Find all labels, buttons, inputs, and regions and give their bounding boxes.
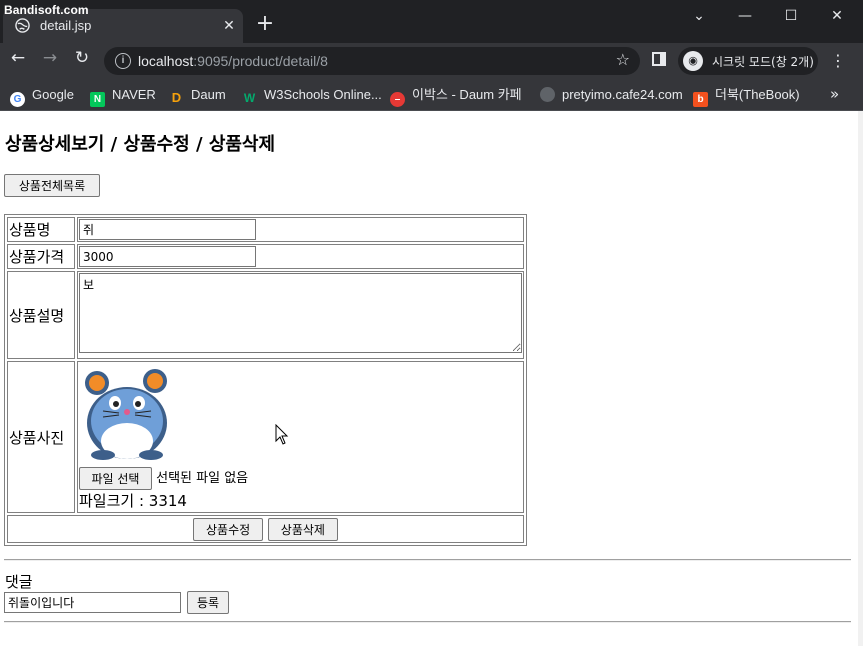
maximize-icon[interactable]: ☐ bbox=[768, 4, 814, 28]
bookmark-daum-cafe[interactable]: – 이박스 - Daum 카페 bbox=[390, 85, 522, 107]
product-detail-table: 상품명 상품가격 상품설명 보 상품사진 bbox=[4, 214, 527, 546]
side-panel-icon[interactable] bbox=[652, 52, 666, 66]
product-photo-label: 상품사진 bbox=[7, 361, 75, 513]
tab-strip: detail.jsp ✕ + ⌄ — ☐ ✕ bbox=[0, 0, 863, 43]
table-row: 상품설명 보 bbox=[7, 271, 524, 359]
product-description-label: 상품설명 bbox=[7, 271, 75, 359]
table-row: 상품가격 bbox=[7, 244, 524, 269]
incognito-icon: ◉ bbox=[683, 51, 703, 71]
browser-toolbar: ← → ↻ i localhost:9095/product/detail/8 … bbox=[0, 43, 863, 79]
recorder-watermark: Bandisoft.com bbox=[4, 3, 89, 17]
bookmarks-bar: G Google N NAVER D Daum W W3Schools Online..… bbox=[0, 79, 863, 111]
table-row: 상품수정 상품삭제 bbox=[7, 515, 524, 543]
action-cell: 상품수정 상품삭제 bbox=[7, 515, 524, 543]
thebook-icon: b bbox=[693, 92, 708, 107]
choose-file-button[interactable]: 파일 선택 bbox=[79, 467, 152, 490]
product-photo-cell: 파일 선택 선택된 파일 없음 파일크기 : 3314 bbox=[77, 361, 524, 513]
update-product-button[interactable]: 상품수정 bbox=[193, 517, 264, 541]
mouse-product-image bbox=[85, 369, 167, 460]
address-bar[interactable]: i localhost:9095/product/detail/8 ☆ bbox=[104, 47, 640, 75]
page-content: 상품상세보기 / 상품수정 / 상품삭제 상품전체목록 상품명 상품가격 상품설… bbox=[0, 111, 863, 646]
divider bbox=[4, 621, 851, 623]
divider bbox=[4, 559, 851, 561]
page-title: 상품상세보기 / 상품수정 / 상품삭제 bbox=[5, 134, 276, 155]
table-row: 상품사진 파일 선택 선택된 파일 없음 파일크기: 3314 bbox=[7, 361, 524, 513]
bookmark-naver[interactable]: N NAVER bbox=[90, 85, 156, 107]
close-window-icon[interactable]: ✕ bbox=[814, 4, 860, 28]
forward-icon[interactable]: → bbox=[37, 48, 63, 74]
tab-title: detail.jsp bbox=[40, 18, 92, 33]
tab-search-icon[interactable]: ⌄ bbox=[676, 4, 722, 28]
new-tab-icon[interactable]: + bbox=[254, 13, 276, 35]
google-icon: G bbox=[10, 92, 25, 107]
table-row: 상품명 bbox=[7, 217, 524, 242]
product-price-cell bbox=[77, 244, 524, 269]
incognito-label: 시크릿 모드(창 2개) bbox=[712, 55, 814, 69]
product-description-cell: 보 bbox=[77, 271, 524, 359]
close-tab-icon[interactable]: ✕ bbox=[219, 16, 239, 36]
file-size-text: 파일크기 : 3314 bbox=[79, 492, 187, 510]
product-description-textarea[interactable]: 보 bbox=[79, 273, 522, 353]
product-price-label: 상품가격 bbox=[7, 244, 75, 269]
bookmark-w3schools[interactable]: W W3Schools Online... bbox=[242, 85, 382, 105]
product-name-cell bbox=[77, 217, 524, 242]
product-name-label: 상품명 bbox=[7, 217, 75, 242]
comment-submit-button[interactable]: 등록 bbox=[187, 591, 229, 614]
reload-icon[interactable]: ↻ bbox=[69, 48, 95, 74]
scrollbar[interactable] bbox=[858, 111, 863, 646]
daum-icon: D bbox=[171, 90, 182, 105]
more-bookmarks-icon[interactable]: » bbox=[830, 85, 839, 103]
bookmark-google[interactable]: G Google bbox=[10, 85, 74, 107]
product-price-input[interactable] bbox=[79, 246, 256, 267]
mouse-cursor-icon bbox=[275, 424, 289, 445]
product-list-button[interactable]: 상품전체목록 bbox=[4, 174, 100, 197]
incognito-indicator[interactable]: ◉ 시크릿 모드(창 2개) bbox=[678, 47, 818, 75]
back-icon[interactable]: ← bbox=[5, 48, 31, 74]
file-status-text: 선택된 파일 없음 bbox=[156, 471, 249, 486]
globe-icon bbox=[540, 87, 555, 102]
daum-cafe-icon: – bbox=[390, 92, 405, 107]
bookmark-star-icon[interactable]: ☆ bbox=[616, 50, 630, 69]
product-name-input[interactable] bbox=[79, 219, 256, 240]
bookmark-thebook[interactable]: b 더북(TheBook) bbox=[693, 85, 800, 107]
globe-icon bbox=[15, 18, 30, 33]
comment-input[interactable] bbox=[4, 592, 181, 613]
menu-kebab-icon[interactable]: ⋮ bbox=[828, 51, 848, 71]
delete-product-button[interactable]: 상품삭제 bbox=[267, 517, 338, 541]
bookmark-daum[interactable]: D Daum bbox=[169, 85, 226, 105]
file-picker: 파일 선택 선택된 파일 없음 bbox=[79, 467, 522, 490]
w3schools-icon: W bbox=[243, 91, 256, 105]
minimize-icon[interactable]: — bbox=[722, 4, 768, 28]
naver-icon: N bbox=[90, 92, 105, 107]
info-icon[interactable]: i bbox=[115, 53, 131, 69]
url-text[interactable]: localhost:9095/product/detail/8 bbox=[138, 53, 328, 69]
comment-label: 댓글 bbox=[5, 573, 33, 591]
bookmark-cafe24[interactable]: pretyimo.cafe24.com bbox=[540, 85, 683, 105]
